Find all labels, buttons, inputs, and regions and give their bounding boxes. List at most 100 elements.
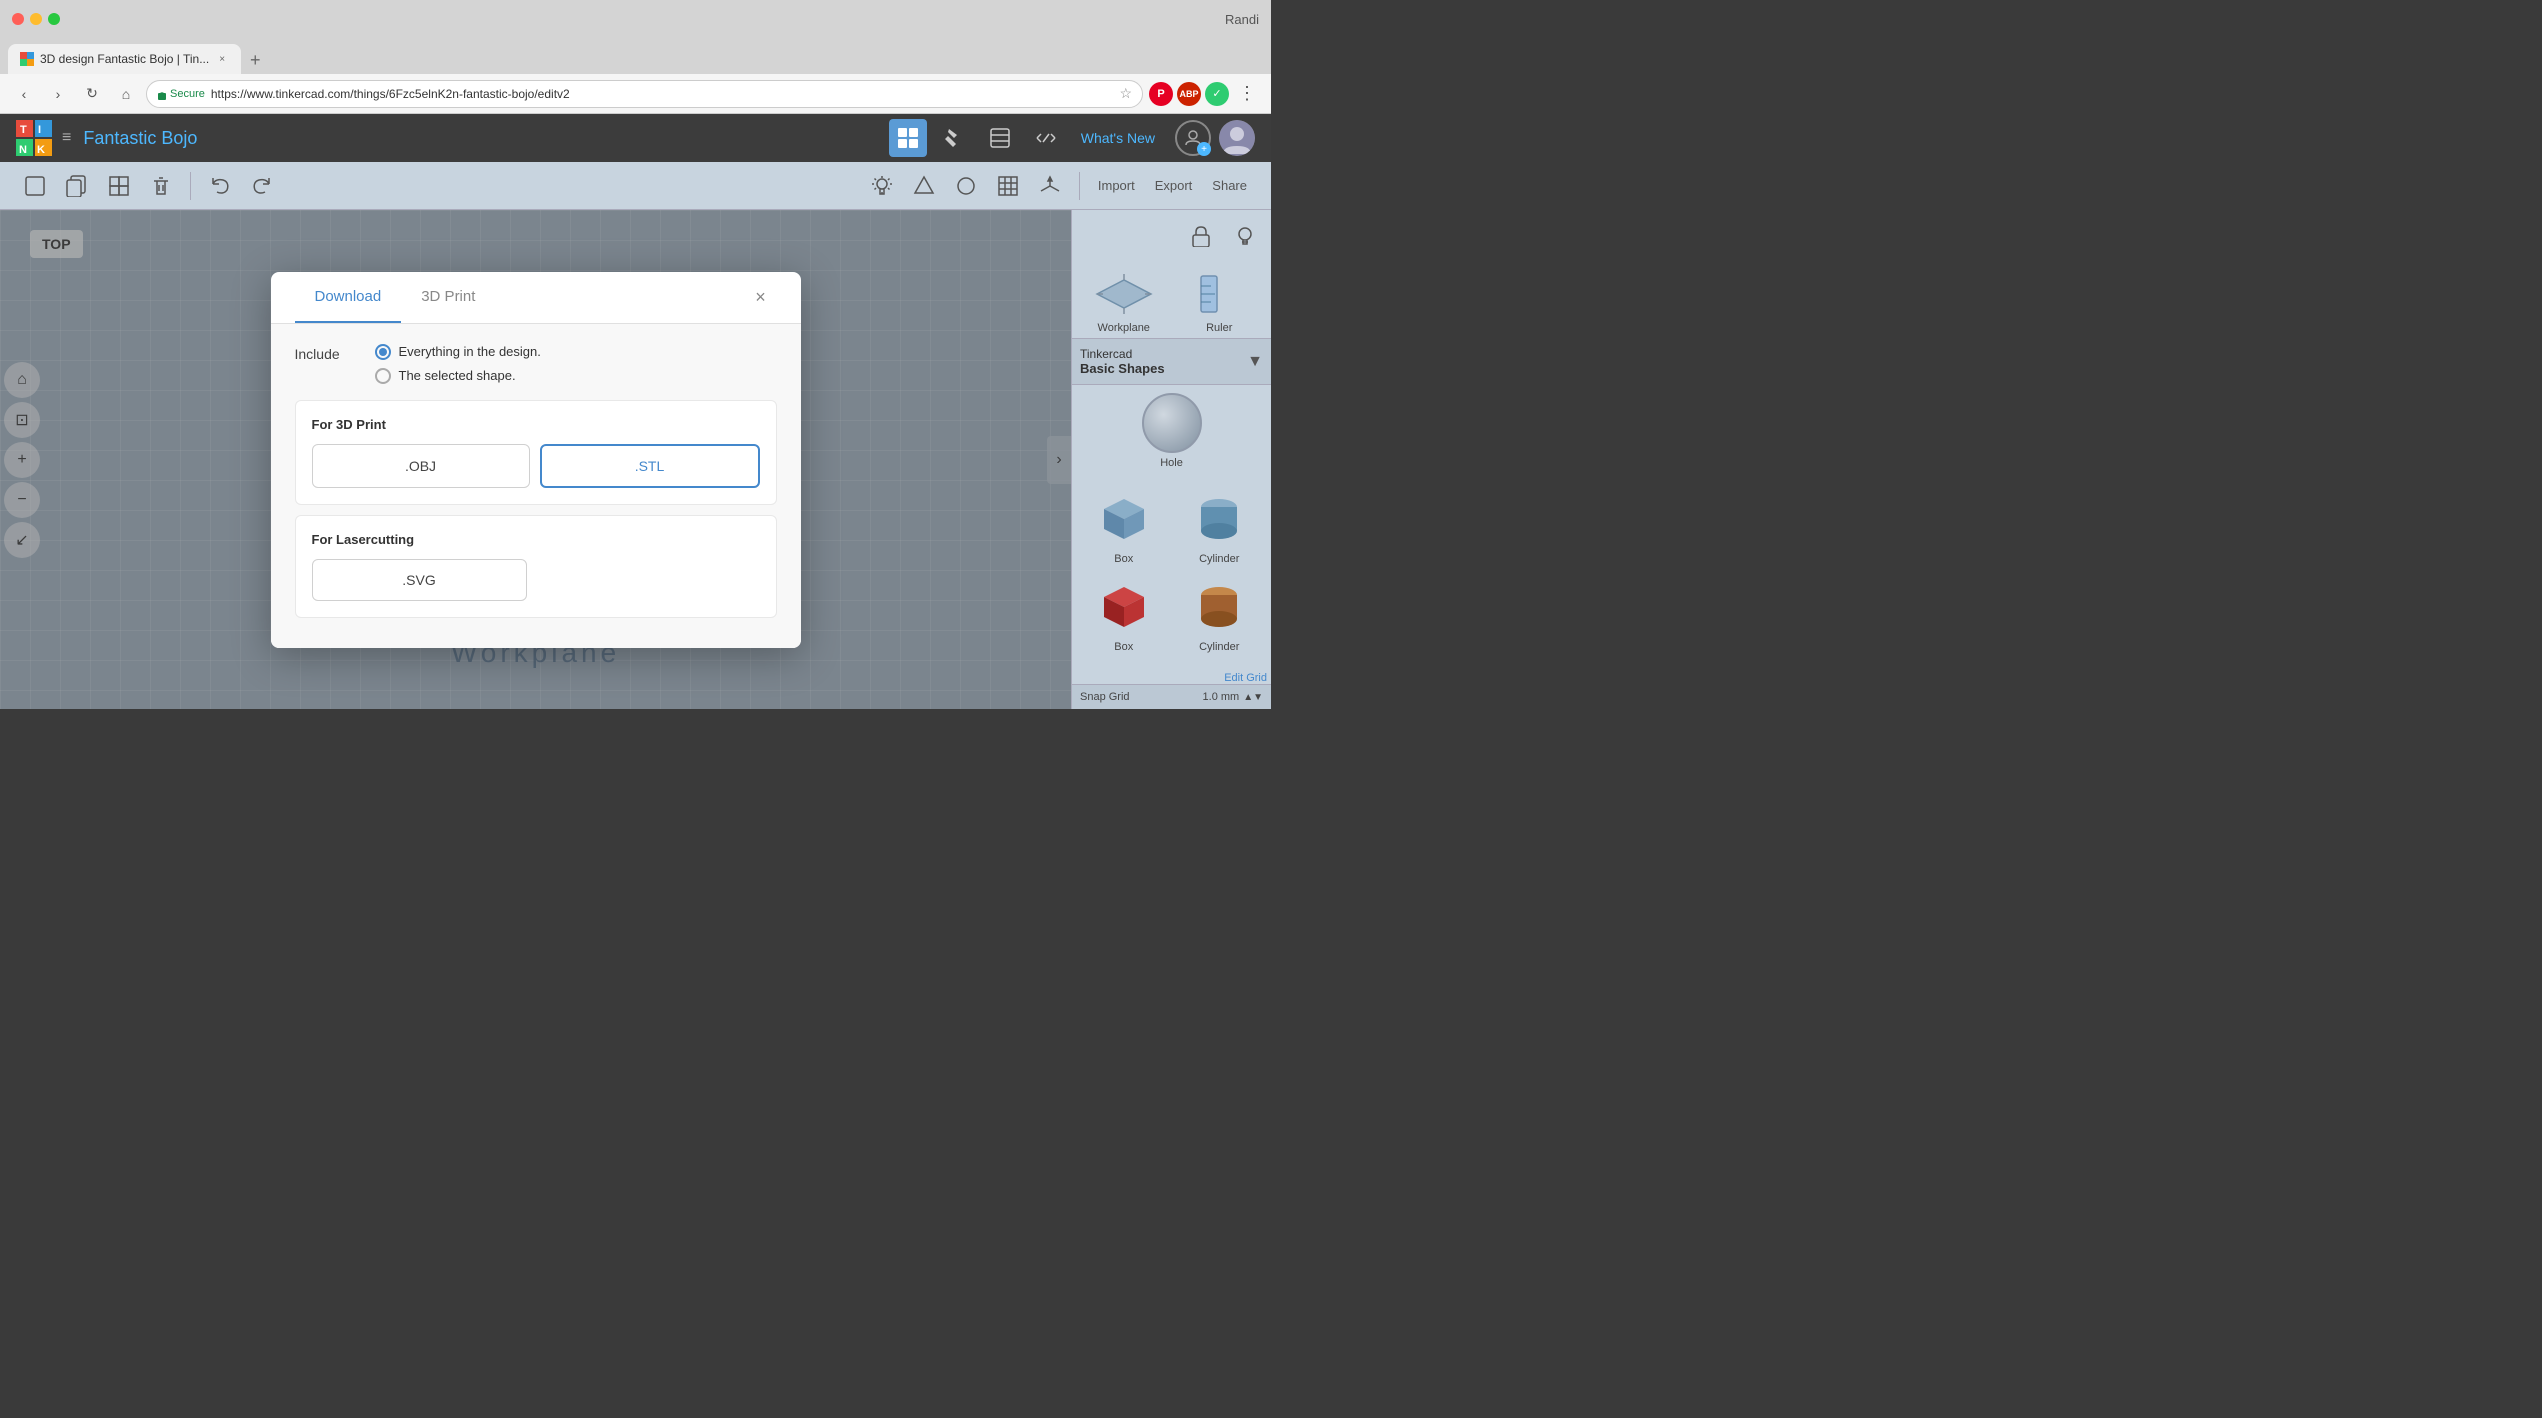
copy-button[interactable]: [58, 167, 96, 205]
snap-grid-label: Snap Grid: [1080, 691, 1130, 703]
light-button[interactable]: [863, 167, 901, 205]
browser-chrome: Randi 3D design Fantastic Bojo | Tin... …: [0, 0, 1271, 114]
pinterest-icon[interactable]: P: [1149, 82, 1173, 106]
snap-grid-stepper-icon[interactable]: ▲▼: [1243, 692, 1263, 703]
hamburger-menu[interactable]: ≡: [62, 129, 71, 147]
nav-extras: P ABP ✓ ⋮: [1149, 80, 1261, 108]
hole-label-text: Hole: [1160, 457, 1183, 469]
maximize-window-button[interactable]: [48, 13, 60, 25]
forward-button[interactable]: ›: [44, 80, 72, 108]
snap-grid-value-control[interactable]: 1.0 mm ▲▼: [1203, 691, 1263, 703]
shape-box-red[interactable]: Box: [1080, 573, 1168, 653]
tab-3dprint[interactable]: 3D Print: [401, 272, 495, 323]
traffic-lights: [12, 13, 60, 25]
add-user-button[interactable]: +: [1175, 120, 1211, 156]
export-button[interactable]: Export: [1147, 167, 1201, 205]
lasercutting-btn-row: .SVG: [312, 559, 760, 601]
tinkercad-logo: T I N K: [16, 120, 52, 156]
delete-button[interactable]: [142, 167, 180, 205]
user-name: Randi: [1225, 12, 1259, 27]
sphere-blue-icon: [1092, 661, 1156, 672]
url-bar[interactable]: Secure https://www.tinkercad.com/things/…: [146, 80, 1143, 108]
main-content: TOP Workplane ⌂ ⊡ + − ↙ › Download 3D Pr…: [0, 210, 1271, 709]
shapes-grid: Box Cylinder: [1072, 477, 1271, 672]
shape-button[interactable]: [905, 167, 943, 205]
share-button[interactable]: Share: [1204, 167, 1255, 205]
new-tab-button[interactable]: +: [241, 46, 269, 74]
bookmark-icon[interactable]: ☆: [1119, 85, 1132, 102]
include-row: Include Everything in the design. The se…: [295, 344, 777, 384]
grid-view-button[interactable]: [889, 119, 927, 157]
secure-badge: Secure: [157, 88, 205, 100]
ruler-label-text: Ruler: [1206, 322, 1232, 334]
shape-box-blue[interactable]: Box: [1080, 485, 1168, 565]
ruler-tool[interactable]: Ruler: [1187, 270, 1251, 334]
workplane-tool[interactable]: Workplane: [1092, 270, 1156, 334]
right-side-icons: [1072, 210, 1271, 262]
shape-box-blue-label: Box: [1114, 553, 1133, 565]
lock-icon[interactable]: [1183, 218, 1219, 254]
axes-button[interactable]: [1031, 167, 1069, 205]
workplane-icon: [1092, 270, 1156, 318]
modal-overlay[interactable]: Download 3D Print × Include Everything i…: [0, 210, 1071, 709]
back-button[interactable]: ‹: [10, 80, 38, 108]
radio-everything[interactable]: Everything in the design.: [375, 344, 541, 360]
shape-cylinder-blue[interactable]: Cylinder: [1176, 485, 1264, 565]
svg-download-button[interactable]: .SVG: [312, 559, 527, 601]
undo-button[interactable]: [201, 167, 239, 205]
toolbar: Import Export Share: [0, 162, 1271, 210]
cylinder-brown-icon: [1187, 573, 1251, 637]
user-avatar[interactable]: [1219, 120, 1255, 156]
svg-text:N: N: [19, 144, 27, 156]
home-button[interactable]: ⌂: [112, 80, 140, 108]
redo-button[interactable]: [243, 167, 281, 205]
refresh-button[interactable]: ↻: [78, 80, 106, 108]
code-button[interactable]: [1027, 119, 1065, 157]
shape-cylinder-brown[interactable]: Cylinder: [1176, 573, 1264, 653]
stl-download-button[interactable]: .STL: [540, 444, 760, 488]
modal-close-button[interactable]: ×: [745, 272, 777, 323]
radio-selected-btn[interactable]: [375, 368, 391, 384]
user-area: +: [1175, 120, 1255, 156]
layers-button[interactable]: [981, 119, 1019, 157]
hole-sphere-icon: [1142, 393, 1202, 453]
3dprint-section-title: For 3D Print: [312, 417, 760, 432]
circle-button[interactable]: [947, 167, 985, 205]
lasercutting-section-title: For Lasercutting: [312, 532, 760, 547]
browser-tab[interactable]: 3D design Fantastic Bojo | Tin... ×: [8, 44, 241, 74]
shape-sphere-blue[interactable]: Sphere: [1080, 661, 1168, 672]
shapes-header: Tinkercad Basic Shapes ▼: [1072, 338, 1271, 385]
navigation-bar: ‹ › ↻ ⌂ Secure https://www.tinkercad.com…: [0, 74, 1271, 114]
new-shape-button[interactable]: [16, 167, 54, 205]
obj-download-button[interactable]: .OBJ: [312, 444, 530, 488]
header-icons: What's New: [889, 119, 1163, 157]
ruler-icon: [1187, 270, 1251, 318]
snap-grid-bar: Snap Grid 1.0 mm ▲▼: [1072, 684, 1271, 709]
more-button[interactable]: ⋮: [1233, 80, 1261, 108]
bulb-icon[interactable]: [1227, 218, 1263, 254]
snap-grid-value: 1.0 mm: [1203, 691, 1240, 703]
hole-tool[interactable]: Hole: [1142, 393, 1202, 469]
canvas-area: TOP Workplane ⌂ ⊡ + − ↙ › Download 3D Pr…: [0, 210, 1071, 709]
radio-everything-label: Everything in the design.: [399, 344, 541, 359]
adblock-icon[interactable]: ABP: [1177, 82, 1201, 106]
whats-new-button[interactable]: What's New: [1073, 130, 1163, 146]
grid-button[interactable]: [989, 167, 1027, 205]
extension-icon[interactable]: ✓: [1205, 82, 1229, 106]
right-panel: Workplane Ruler: [1071, 210, 1271, 709]
edit-grid-button[interactable]: Edit Grid: [1072, 672, 1271, 684]
shapes-dropdown-button[interactable]: ▼: [1247, 353, 1263, 371]
tab-download[interactable]: Download: [295, 272, 402, 323]
minimize-window-button[interactable]: [30, 13, 42, 25]
duplicate-button[interactable]: [100, 167, 138, 205]
radio-everything-btn[interactable]: [375, 344, 391, 360]
close-window-button[interactable]: [12, 13, 24, 25]
tab-close-button[interactable]: ×: [215, 52, 229, 66]
add-user-plus-icon: +: [1197, 142, 1211, 156]
radio-selected-label: The selected shape.: [399, 368, 516, 383]
import-button[interactable]: Import: [1090, 167, 1143, 205]
radio-selected[interactable]: The selected shape.: [375, 368, 541, 384]
bottom-bar: Edit Grid Snap Grid 1.0 mm ▲▼: [1072, 672, 1271, 709]
hammer-tool-button[interactable]: [935, 119, 973, 157]
shape-cylinder-blue-label: Cylinder: [1199, 553, 1239, 565]
